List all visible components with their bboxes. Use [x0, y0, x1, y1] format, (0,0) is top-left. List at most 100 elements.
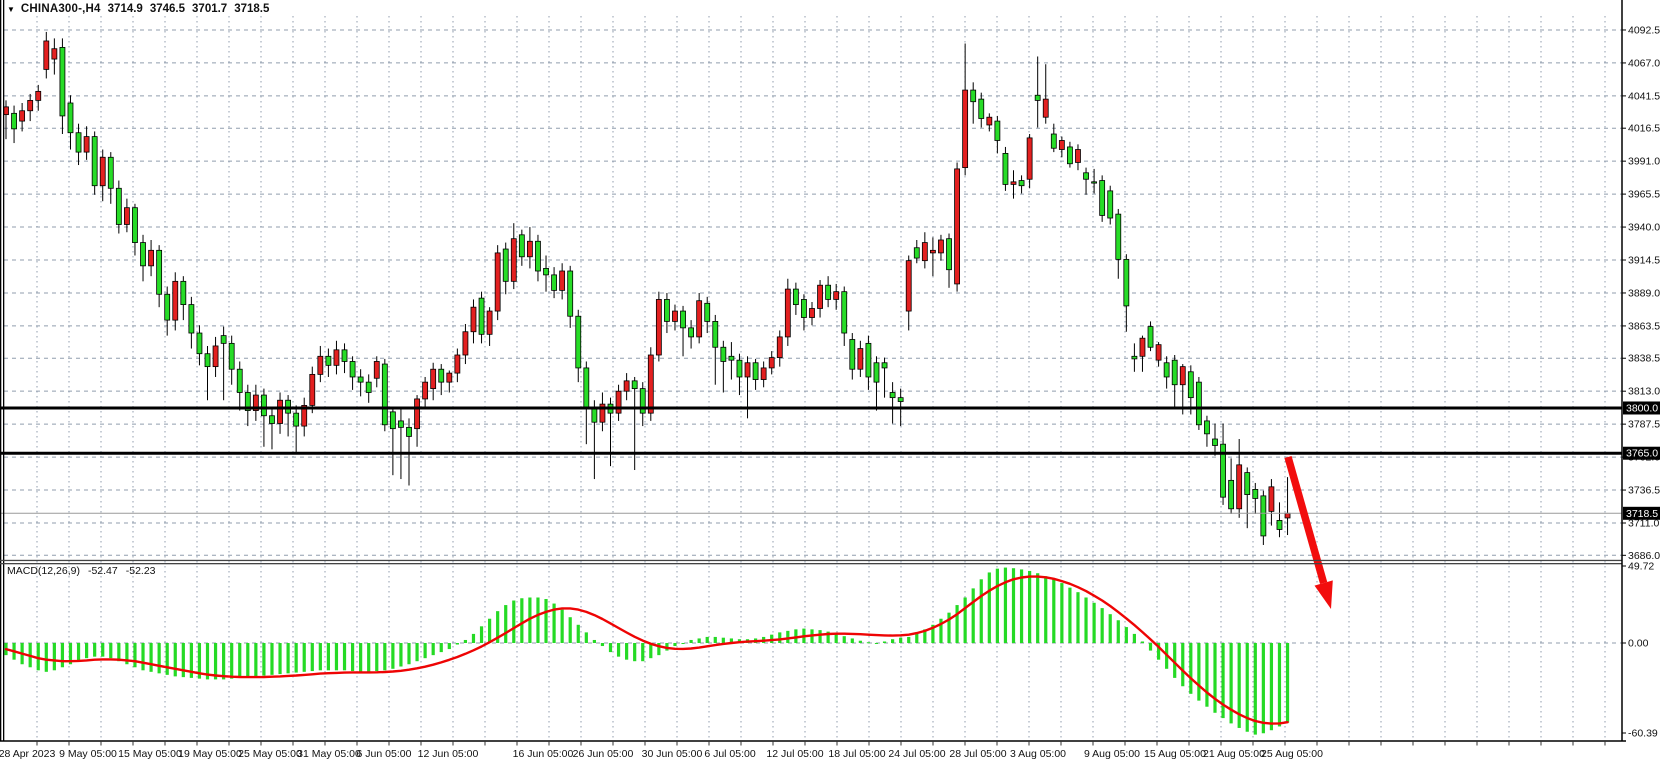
candle-body [801, 299, 806, 317]
macd-histogram-bar [601, 643, 604, 646]
time-axis-label: 15 Aug 05:00 [1144, 748, 1206, 760]
macd-histogram-bar [544, 599, 547, 643]
mt4-chart-window: ▼ CHINA300-,H4 3714.9 3746.5 3701.7 3718… [0, 0, 1665, 765]
candle-body [294, 413, 299, 426]
candle-body [922, 243, 927, 261]
macd-histogram-bar [480, 626, 483, 643]
macd-histogram-bar [424, 643, 427, 658]
macd-histogram-bar [1181, 643, 1184, 686]
candle-body [1084, 173, 1089, 179]
candle-body [149, 250, 154, 266]
candle-body [616, 391, 621, 413]
candle-body [1237, 465, 1242, 509]
candle-body [632, 381, 637, 389]
macd-histogram-bar [383, 643, 386, 670]
macd-histogram-bar [915, 634, 918, 643]
candle-body [471, 307, 476, 332]
candle-body [1277, 520, 1282, 529]
macd-histogram-bar [955, 605, 958, 643]
time-axis-label: 12 Jul 05:00 [766, 748, 823, 760]
macd-histogram-bar [1109, 614, 1112, 643]
symbol-timeframe-label: CHINA300-,H4 [21, 3, 101, 15]
macd-histogram-bar [867, 642, 870, 643]
macd-histogram-bar [238, 643, 241, 678]
macd-histogram-bar [327, 643, 330, 670]
macd-histogram-bar [1060, 583, 1063, 643]
macd-histogram-bar [254, 643, 257, 676]
candle-body [261, 395, 266, 416]
candle-body [1204, 421, 1209, 434]
macd-histogram-bar [246, 643, 249, 677]
candle-body [221, 336, 226, 344]
candle-body [1245, 473, 1250, 495]
macd-histogram-bar [899, 638, 902, 643]
macd-histogram-bar [625, 643, 628, 660]
candle-body [938, 240, 943, 253]
candle-body [672, 311, 677, 321]
candle-body [1180, 367, 1185, 385]
candle-body [1116, 214, 1121, 259]
time-axis-label: 15 May 05:00 [118, 748, 182, 760]
candle-body [487, 311, 492, 334]
price-axis-label: 3787.5 [1628, 419, 1660, 431]
candle-body [1188, 372, 1193, 398]
ohlc-low: 3701.7 [192, 3, 227, 15]
macd-histogram-bar [706, 637, 709, 643]
macd-histogram-bar [681, 643, 684, 644]
symbol-dropdown-icon[interactable]: ▼ [7, 5, 15, 14]
macd-histogram-bar [1052, 579, 1055, 643]
macd-indicator-label: MACD(12,26,9) -52.47 -52.23 [7, 565, 156, 577]
macd-histogram-bar [996, 569, 999, 643]
macd-histogram-bar [1117, 620, 1120, 643]
macd-histogram-bar [1149, 643, 1152, 651]
candle-body [930, 250, 935, 253]
macd-histogram-bar [432, 643, 435, 655]
candle-body [310, 374, 315, 405]
candle-body [1140, 338, 1145, 356]
macd-histogram-bar [1197, 643, 1200, 701]
candle-body [366, 382, 371, 392]
candle-body [971, 90, 976, 102]
candle-body [810, 308, 815, 317]
candle-body [947, 239, 952, 270]
candle-body [584, 368, 589, 408]
macd-histogram-bar [569, 617, 572, 643]
time-axis-label: 9 Aug 05:00 [1084, 748, 1140, 760]
candle-body [52, 49, 57, 59]
macd-histogram-bar [141, 643, 144, 670]
macd-histogram-bar [448, 643, 451, 649]
macd-histogram-bar [488, 619, 491, 643]
candle-body [1067, 147, 1072, 164]
macd-histogram-bar [883, 641, 886, 643]
macd-histogram-bar [456, 643, 459, 645]
candle-body [1132, 356, 1137, 359]
macd-histogram-bar [222, 643, 225, 679]
macd-histogram-bar [1205, 643, 1208, 707]
candle-body [382, 364, 387, 425]
price-axis-label: 3736.5 [1628, 485, 1660, 497]
macd-histogram-bar [270, 643, 273, 675]
time-axis-label: 28 Apr 2023 [0, 748, 55, 760]
candle-body [963, 90, 968, 168]
macd-histogram-bar [1270, 643, 1273, 730]
candle-body [423, 382, 428, 399]
candle-body [1253, 489, 1258, 498]
macd-histogram-bar [980, 579, 983, 643]
price-axis-label: 4016.5 [1628, 123, 1660, 135]
chart-canvas[interactable]: 4092.54067.04041.54016.53991.03965.53940… [0, 0, 1665, 765]
candle-body [1124, 259, 1129, 306]
macd-histogram-bar [859, 641, 862, 643]
macd-histogram-bar [617, 643, 620, 657]
candle-body [1285, 513, 1290, 518]
candle-body [1148, 327, 1153, 348]
macd-histogram-bar [45, 643, 48, 672]
candle-body [455, 355, 460, 373]
candle-body [12, 113, 17, 129]
candle-body [1156, 345, 1161, 361]
macd-histogram-bar [182, 643, 185, 677]
candle-body [898, 398, 903, 402]
macd-histogram-bar [407, 643, 410, 664]
time-axis-label: 24 Jul 05:00 [888, 748, 945, 760]
macd-histogram-bar [149, 643, 152, 672]
candle-body [415, 399, 420, 429]
